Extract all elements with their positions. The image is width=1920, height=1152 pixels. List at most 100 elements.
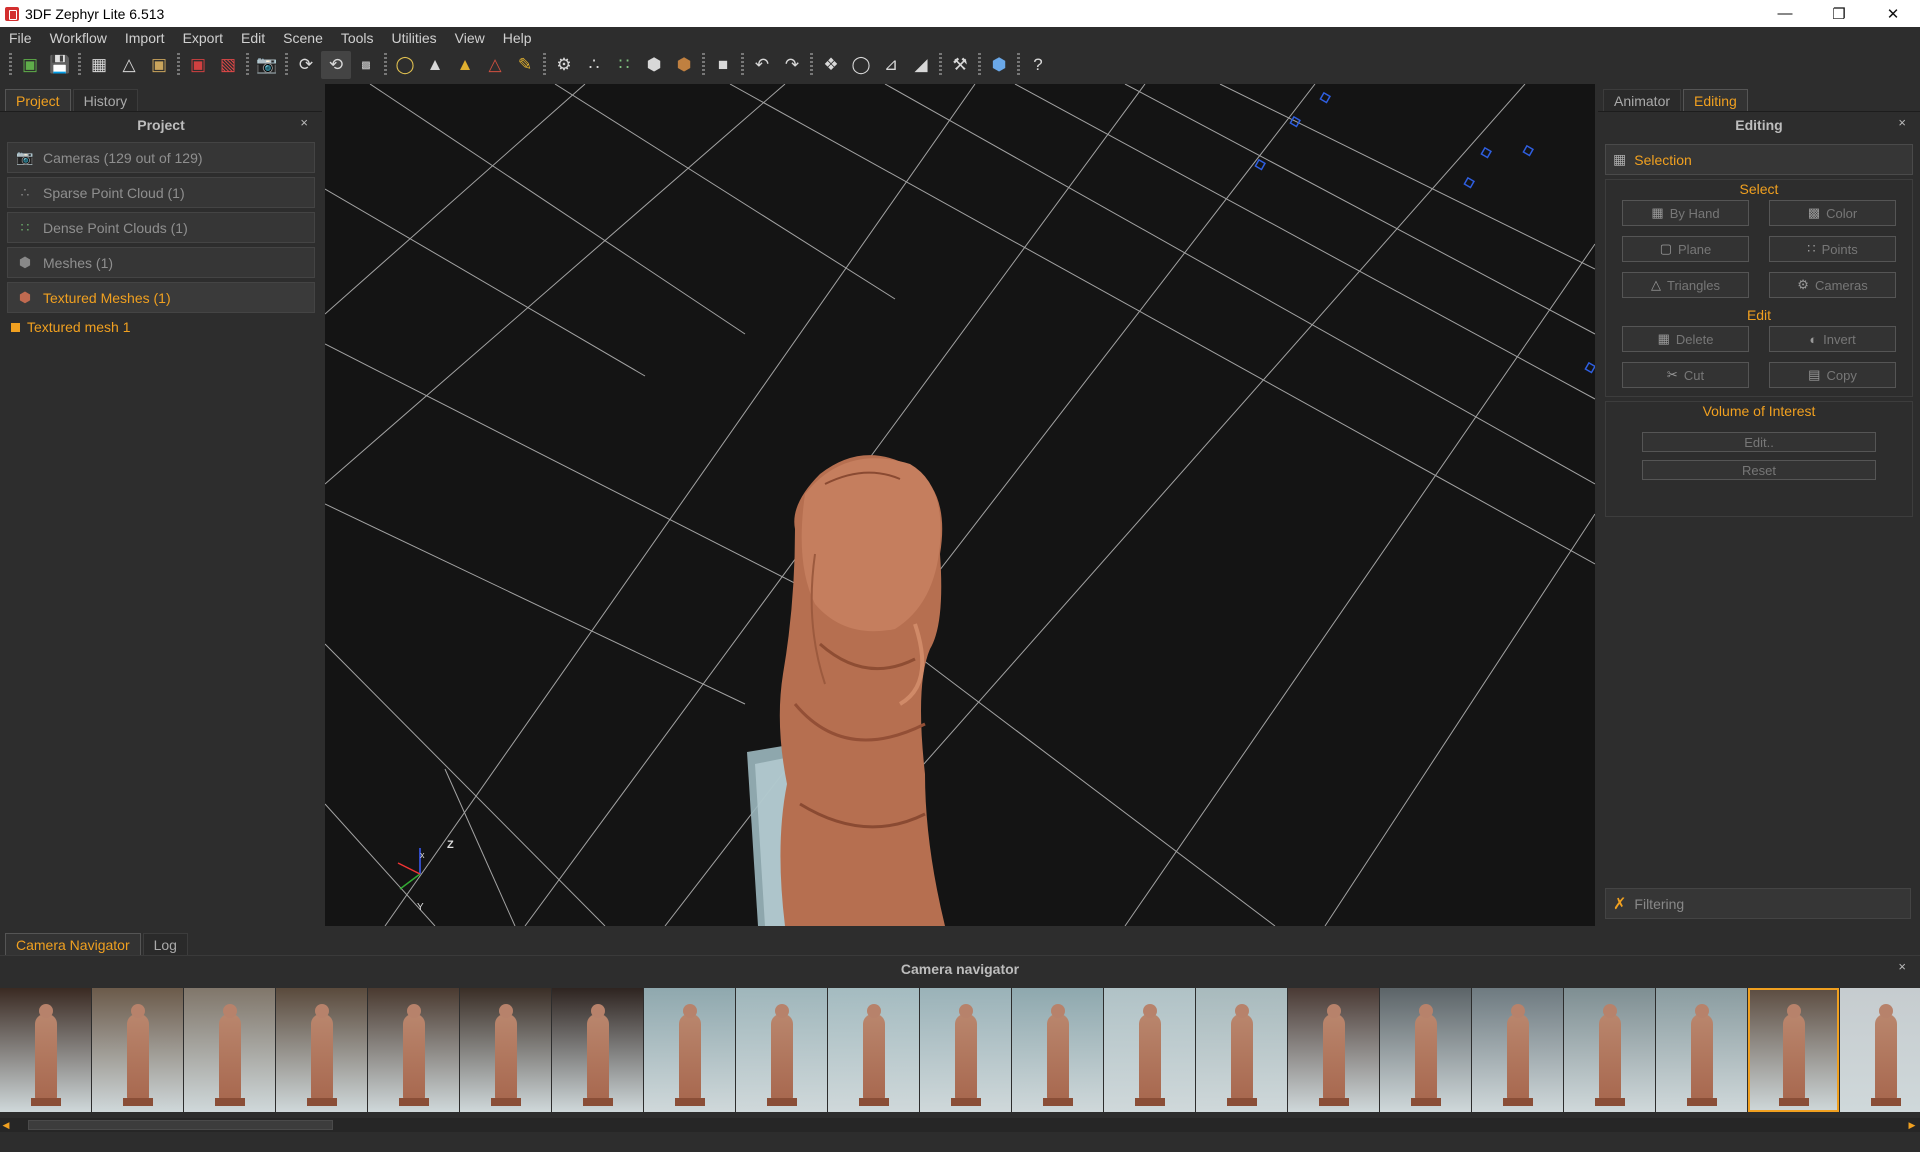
textured-mesh-icon[interactable]: ⬢ xyxy=(669,51,699,79)
project-item-sparse[interactable]: ∴ Sparse Point Cloud (1) xyxy=(7,177,315,208)
menu-file[interactable]: File xyxy=(0,30,41,46)
tab-editing[interactable]: Editing xyxy=(1683,89,1748,111)
camera-thumbnail[interactable] xyxy=(1748,988,1839,1112)
dense-points-icon[interactable]: ∷ xyxy=(609,51,639,79)
copy-button[interactable]: ▤ Copy xyxy=(1769,362,1896,388)
wasd-icon[interactable]: ▩ xyxy=(351,51,381,79)
cube-icon[interactable]: ▣ xyxy=(183,51,213,79)
sparse-points-icon[interactable]: ∴ xyxy=(579,51,609,79)
tab-project[interactable]: Project xyxy=(5,89,71,111)
camera-thumbnail[interactable] xyxy=(1012,988,1103,1112)
tab-camera-navigator[interactable]: Camera Navigator xyxy=(5,933,141,955)
invert-button[interactable]: ◐ Invert xyxy=(1769,326,1896,352)
textured-mesh-entry[interactable]: Textured mesh 1 xyxy=(11,319,322,335)
voi-reset-button[interactable]: Reset xyxy=(1642,460,1876,480)
scrollbar-thumb[interactable] xyxy=(28,1120,333,1130)
rotate-icon[interactable]: ⟲ xyxy=(321,51,351,79)
camera-thumbnail[interactable] xyxy=(276,988,367,1112)
delete-button[interactable]: ▦ Delete xyxy=(1622,326,1749,352)
select-cameras-button[interactable]: ⚙ Cameras xyxy=(1769,272,1896,298)
project-item-dense[interactable]: ∷ Dense Point Clouds (1) xyxy=(7,212,315,243)
cut-button[interactable]: ✂ Cut xyxy=(1622,362,1749,388)
bounding-box-icon[interactable]: ■ xyxy=(708,51,738,79)
ruler-icon[interactable]: ◢ xyxy=(906,51,936,79)
brush-icon[interactable]: ✎ xyxy=(510,51,540,79)
camera-thumbnail[interactable] xyxy=(552,988,643,1112)
camera-thumbnail[interactable] xyxy=(184,988,275,1112)
menu-workflow[interactable]: Workflow xyxy=(41,30,116,46)
mesh-icon[interactable]: ⬢ xyxy=(639,51,669,79)
tab-history[interactable]: History xyxy=(72,89,139,111)
camera-thumbnail[interactable] xyxy=(0,988,91,1112)
screenshot-camera-icon[interactable]: 📷 xyxy=(252,51,282,79)
close-panel-icon[interactable]: × xyxy=(1898,115,1906,130)
close-window-button[interactable]: ✕ xyxy=(1866,0,1920,27)
circle-select-icon[interactable]: ◯ xyxy=(846,51,876,79)
camera-thumbnail[interactable] xyxy=(1380,988,1471,1112)
project-item-textured-meshes[interactable]: ⬢ Textured Meshes (1) xyxy=(7,282,315,313)
scroll-left-icon[interactable]: ◀ xyxy=(0,1119,12,1131)
camera-thumbnail[interactable] xyxy=(1840,988,1920,1112)
camera-thumbnail[interactable] xyxy=(92,988,183,1112)
import-images-icon[interactable]: ▦ xyxy=(84,51,114,79)
vertex-color-icon[interactable]: △ xyxy=(480,51,510,79)
select-points-button[interactable]: ∷ Points xyxy=(1769,236,1896,262)
menu-edit[interactable]: Edit xyxy=(232,30,274,46)
light-bulb-icon[interactable]: ◯ xyxy=(390,51,420,79)
close-panel-icon[interactable]: × xyxy=(300,115,308,130)
new-project-icon[interactable]: ▣ xyxy=(15,51,45,79)
save-icon[interactable]: 💾 xyxy=(45,51,75,79)
orbit-icon[interactable]: ⟳ xyxy=(291,51,321,79)
camera-thumbnail[interactable] xyxy=(1196,988,1287,1112)
camera-thumbnail[interactable] xyxy=(828,988,919,1112)
undo-icon[interactable]: ↶ xyxy=(747,51,777,79)
select-triangles-button[interactable]: △ Triangles xyxy=(1622,272,1749,298)
minimize-button[interactable]: — xyxy=(1758,0,1812,27)
menu-utilities[interactable]: Utilities xyxy=(383,30,446,46)
select-color-button[interactable]: ▩ Color xyxy=(1769,200,1896,226)
tab-log[interactable]: Log xyxy=(142,933,188,955)
camera-thumbnail[interactable] xyxy=(920,988,1011,1112)
export-mesh-icon[interactable]: △ xyxy=(114,51,144,79)
project-item-meshes[interactable]: ⬢ Meshes (1) xyxy=(7,247,315,278)
close-panel-icon[interactable]: × xyxy=(1898,959,1906,974)
cube-red-icon[interactable]: ▧ xyxy=(213,51,243,79)
vertex-white-icon[interactable]: ▲ xyxy=(420,51,450,79)
camera-thumbnail[interactable] xyxy=(1288,988,1379,1112)
menu-tools[interactable]: Tools xyxy=(332,30,383,46)
help-icon[interactable]: ? xyxy=(1023,51,1053,79)
menu-view[interactable]: View xyxy=(446,30,494,46)
vertex-yellow-icon[interactable]: ▲ xyxy=(450,51,480,79)
zephyr-cube-icon[interactable]: ⬢ xyxy=(984,51,1014,79)
voi-edit-button[interactable]: Edit.. xyxy=(1642,432,1876,452)
select-plane-button[interactable]: ▢ Plane xyxy=(1622,236,1749,262)
tools-icon[interactable]: ⚒ xyxy=(945,51,975,79)
select-lasso-icon[interactable]: ❖ xyxy=(816,51,846,79)
camera-thumbnail[interactable] xyxy=(1472,988,1563,1112)
camera-filmstrip[interactable] xyxy=(0,988,1920,1112)
filtering-section[interactable]: ✗ Filtering xyxy=(1605,888,1911,919)
export-textured-icon[interactable]: ▣ xyxy=(144,51,174,79)
tab-animator[interactable]: Animator xyxy=(1603,89,1682,111)
camera-thumbnail[interactable] xyxy=(736,988,827,1112)
select-by-hand-button[interactable]: ▦ By Hand xyxy=(1622,200,1749,226)
restore-button[interactable]: ❐ xyxy=(1812,0,1866,27)
menu-export[interactable]: Export xyxy=(174,30,232,46)
camera-thumbnail[interactable] xyxy=(1104,988,1195,1112)
scroll-right-icon[interactable]: ▶ xyxy=(1906,1119,1918,1131)
menu-scene[interactable]: Scene xyxy=(274,30,332,46)
project-item-cameras[interactable]: 📷 Cameras (129 out of 129) xyxy=(7,142,315,173)
filmstrip-scrollbar[interactable]: ◀ ▶ xyxy=(0,1118,1920,1132)
camera-thumbnail[interactable] xyxy=(368,988,459,1112)
camera-cluster-icon[interactable]: ⚙ xyxy=(549,51,579,79)
camera-thumbnail[interactable] xyxy=(1656,988,1747,1112)
redo-icon[interactable]: ↷ xyxy=(777,51,807,79)
camera-thumbnail[interactable] xyxy=(1564,988,1655,1112)
camera-thumbnail[interactable] xyxy=(644,988,735,1112)
3d-viewport[interactable]: Z x Y xyxy=(325,84,1595,926)
measure-icon[interactable]: ⊿ xyxy=(876,51,906,79)
menu-help[interactable]: Help xyxy=(494,30,541,46)
selection-section[interactable]: ▦ Selection xyxy=(1605,144,1913,175)
menu-import[interactable]: Import xyxy=(116,30,174,46)
camera-thumbnail[interactable] xyxy=(460,988,551,1112)
